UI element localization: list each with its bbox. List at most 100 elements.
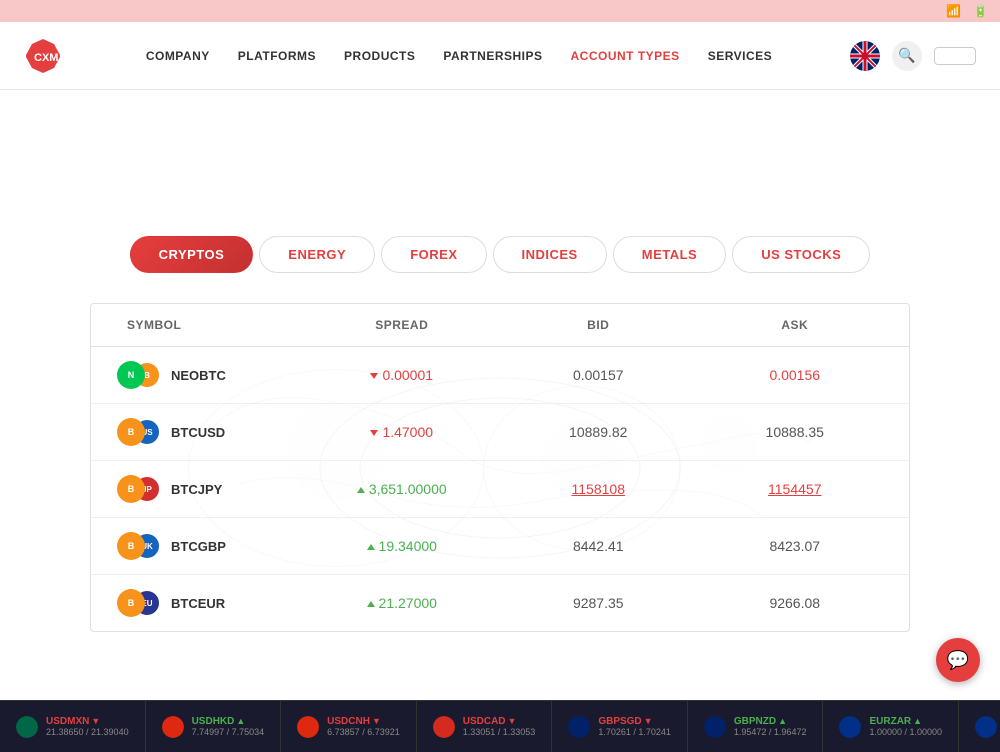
ticker-info: USDHKD▲7.74997 / 7.75034 [192,716,265,737]
nav-services[interactable]: SERVICES [708,49,772,63]
ticker-name: USDCNH▼ [327,716,400,727]
ticker-item-usdhkd[interactable]: USDHKD▲7.74997 / 7.75034 [146,701,282,752]
ticker-values: 21.38650 / 21.39040 [46,727,129,737]
ticker-flag [162,716,184,738]
spread-value: 0.00001 [382,367,433,383]
ticker-item-usdcnh[interactable]: USDCNH▼6.73857 / 6.73921 [281,701,417,752]
status-bar-right: 📶 🔋 [946,4,988,18]
navbar: CXM COMPANY PLATFORMS PRODUCTS PARTNERSH… [0,22,1000,90]
ticker-values: 6.73857 / 6.73921 [327,727,400,737]
ticker-values: 7.74997 / 7.75034 [192,727,265,737]
ticker-flag [433,716,455,738]
table-row: NBNEOBTC 0.00001 0.001570.00156 [91,347,909,404]
ticker-info: USDCAD▼1.33051 / 1.33053 [463,716,536,737]
search-icon: 🔍 [898,47,915,64]
symbol-cell-btceur: BEUBTCEUR [107,589,304,617]
nav-products[interactable]: PRODUCTS [344,49,415,63]
spread-value: 3,651.00000 [369,481,447,497]
ticker-name: GBPSGD▼ [598,716,671,727]
ticker-flag [839,716,861,738]
table-header: SYMBOLSPREADBIDASK [91,304,909,347]
nav-right: 🔍 [850,41,976,71]
tab-cryptos[interactable]: CRYPTOS [130,236,254,273]
tab-energy[interactable]: ENERGY [259,236,375,273]
ticker-values: 1.70261 / 1.70241 [598,727,671,737]
ticker-name: USDHKD▲ [192,716,265,727]
table-header-spread: SPREAD [304,318,501,332]
tab-us-stocks[interactable]: US STOCKS [732,236,870,273]
ticker-name: USDCAD▼ [463,716,536,727]
ask-value: 8423.07 [697,538,894,554]
logo-icon: CXM [24,37,62,75]
spread-cell: 3,651.00000 [304,481,501,497]
search-button[interactable]: 🔍 [892,41,922,71]
arrow-down-icon [370,373,378,379]
arrow-up-icon [367,544,375,550]
ticker-item-gbpnzd[interactable]: GBPNZD▲1.95472 / 1.96472 [688,701,824,752]
ask-value: 0.00156 [697,367,894,383]
ticker-info: GBPNZD▲1.95472 / 1.96472 [734,716,807,737]
ticker-flag [16,716,38,738]
arrow-down-icon [370,430,378,436]
ticker-item-eurzar[interactable]: EURZAR▲1.00000 / 1.00000 [823,701,959,752]
symbol-cell-neobtc: NBNEOBTC [107,361,304,389]
ticker-info: USDCNH▼6.73857 / 6.73921 [327,716,400,737]
nav-account-types[interactable]: ACCOUNT TYPES [571,49,680,63]
ask-value: 9266.08 [697,595,894,611]
table-header-bid: BID [500,318,697,332]
spread-cell: 19.34000 [304,538,501,554]
symbol-name: NEOBTC [171,368,226,383]
ask-value: 10888.35 [697,424,894,440]
bid-value: 10889.82 [500,424,697,440]
ticker-item-usdmxn[interactable]: USDMXN▼21.38650 / 21.39040 [0,701,146,752]
ticker-values: 1.00000 / 1.00000 [869,727,942,737]
arrow-up-icon [357,487,365,493]
ticker-flag [568,716,590,738]
bid-value: 8442.41 [500,538,697,554]
product-tabs: CRYPTOSENERGYFOREXINDICESMETALSUS STOCKS [50,236,950,273]
nav-company[interactable]: COMPANY [146,49,210,63]
symbol-name: BTCJPY [171,482,222,497]
symbol-cell-btcusd: BUSBTCUSD [107,418,304,446]
chat-icon: 💬 [947,650,969,671]
table-row: BUKBTCGBP19.340008442.418423.07 [91,518,909,575]
ticker-info: USDMXN▼21.38650 / 21.39040 [46,716,129,737]
arrow-up-icon [367,601,375,607]
ticker-item-eurusd[interactable]: EURUSD▼1.17845 / 1.17548 [959,701,1000,752]
bid-value: 0.00157 [500,367,697,383]
ticker-values: 1.95472 / 1.96472 [734,727,807,737]
bid-value[interactable]: 1158108 [500,481,697,497]
battery-icon: 🔋 [973,4,988,18]
spread-value: 1.47000 [382,424,433,440]
table-row: BUSBTCUSD 1.47000 10889.8210888.35 [91,404,909,461]
trading-table-section: SYMBOLSPREADBIDASK NBNEOBTC 0.00001 0.00157… [70,303,930,632]
ticker-info: GBPSGD▼1.70261 / 1.70241 [598,716,671,737]
language-flag-button[interactable] [850,41,880,71]
ticker-info: EURZAR▲1.00000 / 1.00000 [869,716,942,737]
logo[interactable]: CXM [24,37,68,75]
ticker-flag [975,716,997,738]
table-header-symbol: SYMBOL [107,318,304,332]
nav-platforms[interactable]: PLATFORMS [238,49,316,63]
symbol-name: BTCGBP [171,539,226,554]
symbol-cell-btcgbp: BUKBTCGBP [107,532,304,560]
symbol-name: BTCUSD [171,425,225,440]
table-row: BJPBTCJPY3,651.0000011581081154457 [91,461,909,518]
ticker-name: EURZAR▲ [869,716,942,727]
tab-indices[interactable]: INDICES [493,236,607,273]
tab-metals[interactable]: METALS [613,236,726,273]
hero-section [0,90,1000,206]
chat-button[interactable]: 💬 [936,638,980,682]
nav-partnerships[interactable]: PARTNERSHIPS [443,49,542,63]
uk-flag-icon [850,41,880,71]
login-button[interactable] [934,47,976,65]
ticker-item-gbpsgd[interactable]: GBPSGD▼1.70261 / 1.70241 [552,701,688,752]
table-row: BEUBTCEUR21.270009287.359266.08 [91,575,909,631]
ask-value[interactable]: 1154457 [697,481,894,497]
ticker-bar: USDMXN▼21.38650 / 21.39040 USDHKD▲7.74997… [0,700,1000,752]
data-table: SYMBOLSPREADBIDASK NBNEOBTC 0.00001 0.00157… [90,303,910,632]
ticker-item-usdcad[interactable]: USDCAD▼1.33051 / 1.33053 [417,701,553,752]
tab-forex[interactable]: FOREX [381,236,486,273]
ticker-name: USDMXN▼ [46,716,129,727]
ticker-flag [297,716,319,738]
